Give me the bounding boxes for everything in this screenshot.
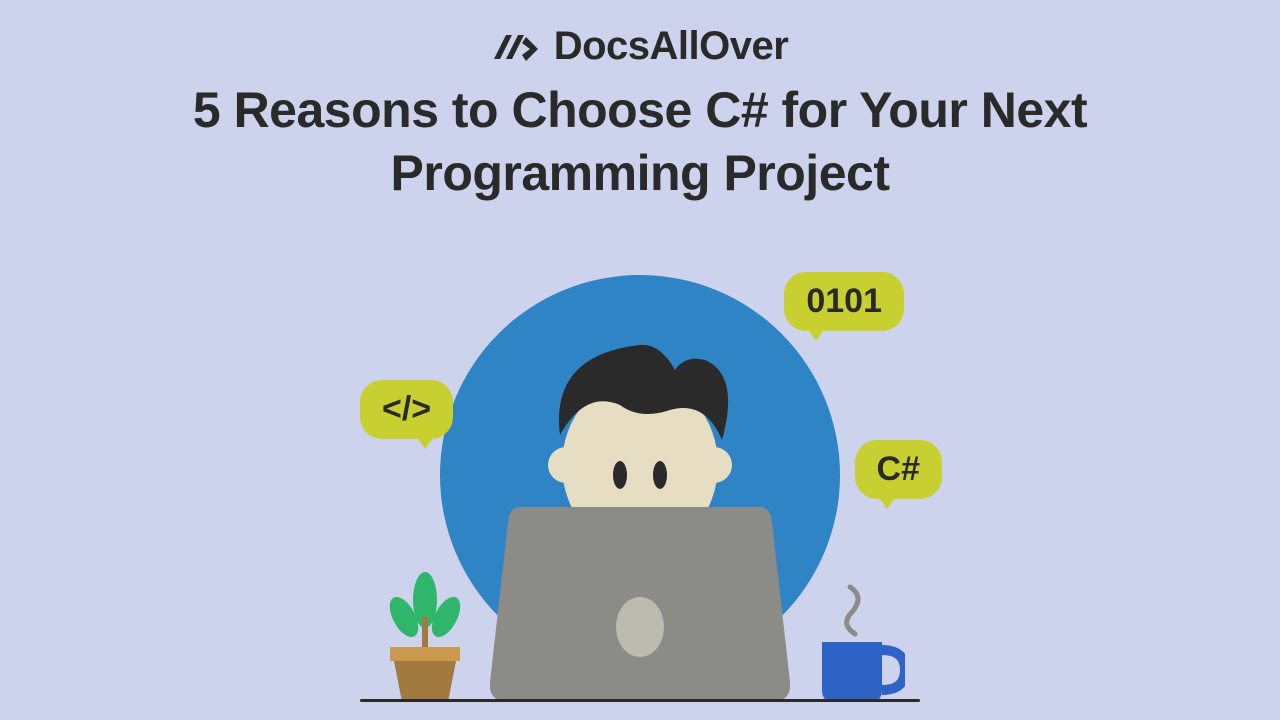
code-bubble: </>: [360, 380, 453, 439]
code-bubble-label: </>: [382, 390, 431, 429]
csharp-bubble-label: C#: [877, 450, 920, 489]
brand-name: DocsAllOver: [554, 24, 789, 69]
binary-bubble-label: 0101: [806, 282, 882, 321]
binary-bubble: 0101: [784, 272, 904, 331]
csharp-bubble: C#: [855, 440, 942, 499]
header: DocsAllOver: [0, 0, 1280, 69]
desk-line: [360, 699, 920, 702]
mug-icon: [810, 582, 905, 702]
laptop-icon: [490, 507, 790, 702]
logo-icon: [492, 27, 540, 67]
page-title: 5 Reasons to Choose C# for Your Next Pro…: [0, 79, 1280, 204]
hero-illustration: </> 0101 C#: [320, 230, 960, 720]
plant-icon: [380, 562, 470, 702]
